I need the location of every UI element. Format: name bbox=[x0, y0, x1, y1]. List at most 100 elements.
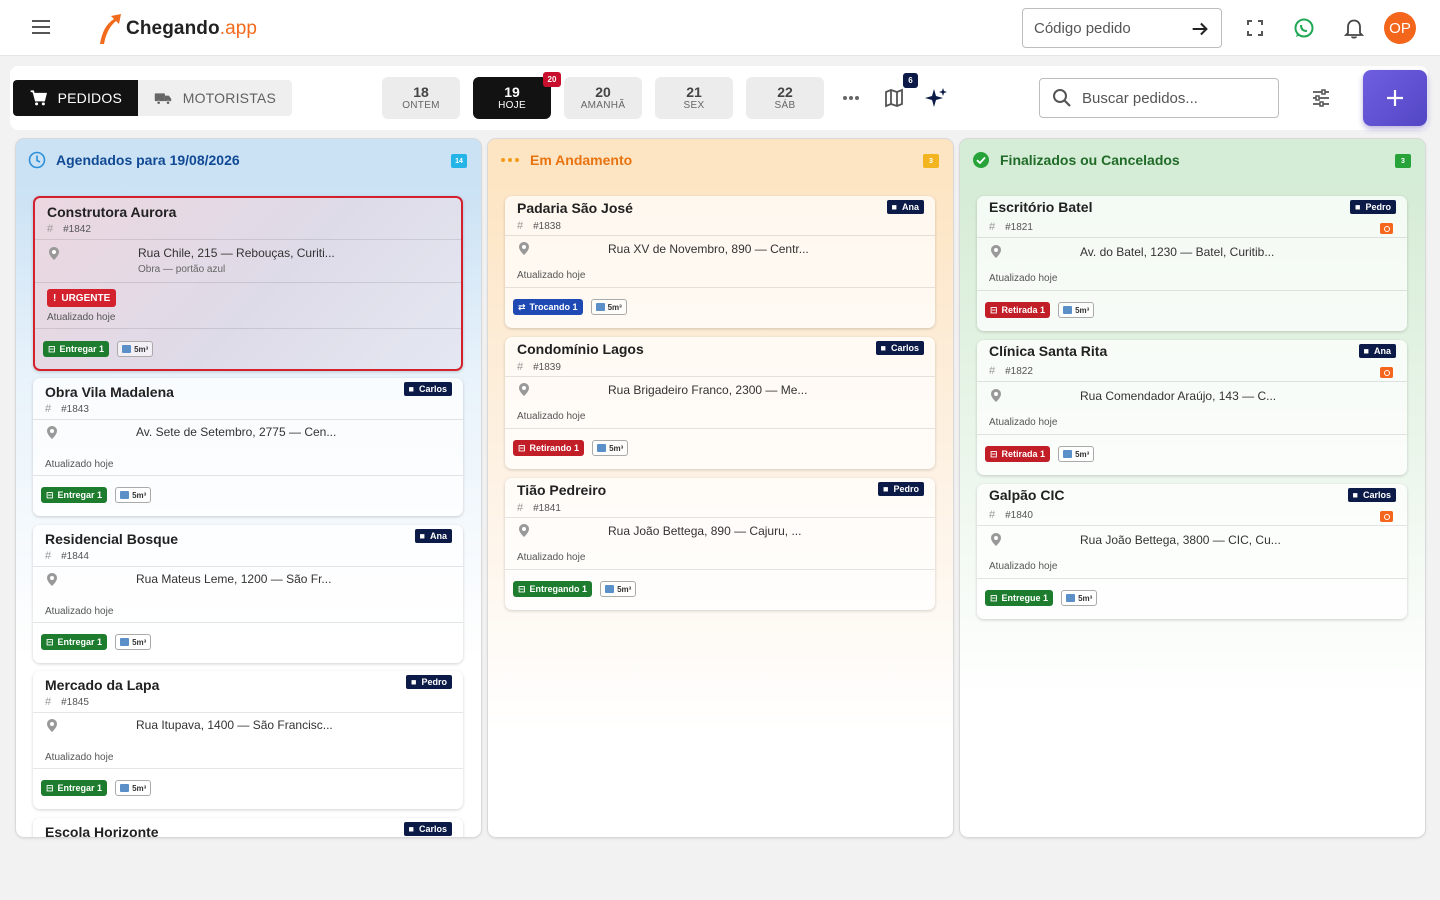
deliver-button[interactable]: ⊟ Entregar 1 bbox=[43, 341, 110, 357]
order-address: Rua XV de Novembro, 890 — Centr... bbox=[608, 242, 809, 256]
location-pin-icon bbox=[519, 383, 529, 396]
tab-pedidos[interactable]: PEDIDOS bbox=[13, 80, 138, 116]
hamburger-menu-icon[interactable] bbox=[28, 16, 54, 40]
truck-icon: ■ bbox=[1355, 202, 1361, 212]
deliver-button[interactable]: ⊟ Entregar 1 bbox=[41, 634, 108, 650]
order-card[interactable]: Condomínio Lagos ■ Carlos # #1839 Rua Brig… bbox=[505, 337, 935, 469]
order-address: Rua João Bettega, 3800 — CIC, Cu... bbox=[1080, 533, 1281, 547]
driver-badge: ■ Carlos bbox=[403, 822, 452, 836]
user-avatar[interactable]: OP bbox=[1384, 12, 1416, 44]
container-size-badge: 5m³ bbox=[115, 634, 152, 650]
date-chip-18[interactable]: 18 ONTEM bbox=[382, 77, 460, 119]
container-icon bbox=[605, 585, 615, 593]
column-count-badge: 3 bbox=[923, 154, 939, 168]
filter-sliders-icon[interactable] bbox=[1309, 86, 1333, 110]
photo-camera-icon[interactable] bbox=[1380, 511, 1393, 522]
container-icon bbox=[1063, 450, 1073, 458]
order-title: Mercado da Lapa bbox=[45, 677, 160, 693]
order-actions: ⊟ Retirando 1 5m³ bbox=[513, 440, 629, 456]
delivered-button[interactable]: ⊟ Entregue 1 bbox=[985, 590, 1054, 606]
divider bbox=[505, 517, 935, 518]
column-finalizados: Finalizados ou Cancelados 3 Escritório B… bbox=[960, 139, 1425, 837]
date-chip-20[interactable]: 20 AMANHÃ bbox=[564, 77, 642, 119]
order-card[interactable]: Mercado da Lapa ■ Pedro # #1845 Rua Itupav… bbox=[33, 671, 463, 809]
order-code-field[interactable] bbox=[1022, 8, 1222, 48]
order-card[interactable]: Clínica Santa Rita ■ Ana # #1822 Rua Comen… bbox=[977, 340, 1407, 475]
order-updated: Atualizado hoje bbox=[517, 552, 586, 563]
arrow-right-icon[interactable] bbox=[1189, 18, 1211, 40]
order-actions: ⊟ Entregue 1 5m³ bbox=[985, 590, 1098, 606]
order-card[interactable]: Galpão CIC ■ Carlos # #1840 Rua João Bette… bbox=[977, 484, 1407, 619]
order-actions: ⊟ Entregar 1 5m³ bbox=[41, 634, 152, 650]
order-address: Av. Sete de Setembro, 2775 — Cen... bbox=[136, 425, 337, 439]
order-card[interactable]: Escola Horizonte ■ Carlos bbox=[33, 818, 463, 837]
box-icon: ⊟ bbox=[46, 636, 54, 647]
picked-up-button[interactable]: ⊟ Retirada 1 bbox=[985, 302, 1051, 318]
order-code-input[interactable] bbox=[1034, 19, 1174, 37]
box-icon: ⊟ bbox=[48, 343, 56, 354]
order-card[interactable]: Escritório Batel ■ Pedro # #1821 Av. do Ba… bbox=[977, 196, 1407, 331]
divider bbox=[977, 434, 1407, 435]
box-icon: ⊟ bbox=[46, 782, 54, 793]
container-size-badge: 5m³ bbox=[590, 299, 627, 315]
order-title: Clínica Santa Rita bbox=[989, 343, 1108, 359]
divider bbox=[33, 622, 463, 623]
ai-sparkle-icon[interactable] bbox=[924, 86, 948, 110]
column-header: Em Andamento 3 bbox=[488, 139, 953, 181]
delivering-button[interactable]: ⊟ Entregando 1 bbox=[513, 581, 593, 597]
order-address: Rua Chile, 215 — Rebouças, Curiti... bbox=[138, 246, 335, 260]
order-card[interactable]: Padaria São José ■ Ana # #1838 Rua XV de N… bbox=[505, 196, 935, 328]
photo-camera-icon[interactable] bbox=[1380, 367, 1393, 378]
order-card[interactable]: Tião Pedreiro ■ Pedro # #1841 Rua João Bet… bbox=[505, 478, 935, 610]
column-header: Agendados para 19/08/2026 14 bbox=[16, 139, 481, 181]
tab-motoristas[interactable]: MOTORISTAS bbox=[138, 80, 292, 116]
truck-icon: ■ bbox=[880, 343, 886, 353]
box-icon: ⊟ bbox=[46, 489, 54, 500]
order-updated: Atualizado hoje bbox=[517, 270, 586, 281]
search-input[interactable] bbox=[1082, 89, 1262, 107]
deliver-button[interactable]: ⊟ Entregar 1 bbox=[41, 487, 108, 503]
add-order-button[interactable] bbox=[1363, 70, 1427, 126]
fullscreen-icon[interactable] bbox=[1243, 16, 1267, 40]
order-title: Residencial Bosque bbox=[45, 531, 179, 547]
box-icon: ⊟ bbox=[518, 583, 526, 594]
swap-button[interactable]: ⇄ Trocando 1 bbox=[513, 299, 583, 315]
order-card[interactable]: Residencial Bosque ■ Ana # #1844 Rua Mateu… bbox=[33, 525, 463, 663]
deliver-button[interactable]: ⊟ Entregar 1 bbox=[41, 780, 108, 796]
driver-badge: ■ Ana bbox=[414, 529, 452, 543]
container-size-badge: 5m³ bbox=[1058, 446, 1095, 462]
truck-icon: ■ bbox=[883, 484, 889, 494]
order-code: # #1822 bbox=[989, 365, 1033, 377]
order-updated: Atualizado hoje bbox=[45, 459, 114, 470]
order-title: Condomínio Lagos bbox=[517, 341, 644, 357]
photo-camera-icon[interactable] bbox=[1380, 223, 1393, 234]
date-label: ONTEM bbox=[402, 99, 440, 111]
location-pin-icon bbox=[47, 426, 57, 439]
app-logo[interactable]: Chegando.app bbox=[96, 12, 257, 46]
picked-up-button[interactable]: ⊟ Retirada 1 bbox=[985, 446, 1051, 462]
notifications-bell-icon[interactable] bbox=[1342, 16, 1366, 40]
whatsapp-icon[interactable] bbox=[1292, 16, 1316, 40]
check-circle-icon bbox=[973, 152, 989, 168]
driver-badge: ■ Pedro bbox=[878, 482, 924, 496]
box-icon: ⊟ bbox=[990, 592, 998, 603]
search-icon bbox=[1053, 89, 1071, 107]
map-icon[interactable]: 6 bbox=[882, 73, 918, 110]
order-code: # #1839 bbox=[517, 361, 561, 373]
date-chip-19[interactable]: 19 HOJE 20 bbox=[473, 72, 561, 119]
order-card[interactable]: Obra Vila Madalena ■ Carlos # #1843 Av. Se… bbox=[33, 378, 463, 516]
dots-progress-icon bbox=[501, 158, 519, 162]
order-actions: ⊟ Entregar 1 5m³ bbox=[41, 780, 152, 796]
truck-icon: ■ bbox=[1363, 346, 1369, 356]
container-icon bbox=[597, 444, 607, 452]
search-field[interactable] bbox=[1039, 78, 1279, 118]
date-chip-21[interactable]: 21 SEX bbox=[655, 77, 733, 119]
order-address: Rua Brigadeiro Franco, 2300 — Me... bbox=[608, 383, 808, 397]
date-chip-22[interactable]: 22 SÁB bbox=[746, 77, 824, 119]
divider bbox=[505, 287, 935, 288]
order-card[interactable]: Construtora Aurora # #1842 Rua Chile, 215… bbox=[33, 196, 463, 371]
column-em-andamento: Em Andamento 3 Padaria São José ■ Ana # #1… bbox=[488, 139, 953, 837]
divider bbox=[33, 475, 463, 476]
pickup-button[interactable]: ⊟ Retirando 1 bbox=[513, 440, 585, 456]
more-dates-icon[interactable] bbox=[839, 86, 863, 110]
